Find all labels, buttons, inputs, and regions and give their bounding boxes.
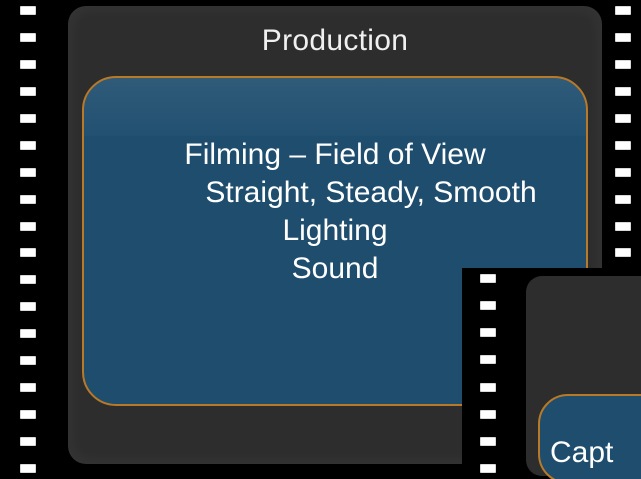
film-perforation (480, 355, 496, 365)
film-perforation (615, 86, 631, 96)
film-perforation (20, 140, 36, 150)
secondary-content-box: Capt (538, 394, 641, 479)
content-line-straight: Straight, Steady, Smooth (205, 176, 537, 209)
secondary-slide-frame: Capt (526, 276, 641, 479)
film-perforation (20, 167, 36, 177)
film-perforation (20, 383, 36, 393)
film-perforation (20, 275, 36, 285)
secondary-film-perforations (480, 268, 496, 479)
film-perforation (615, 59, 631, 69)
film-perforation (20, 221, 36, 231)
film-perforation (20, 86, 36, 96)
content-line-filming: Filming – Field of View (184, 138, 486, 171)
film-perforation (615, 6, 631, 15)
film-perforation (615, 32, 631, 42)
content-gloss (84, 78, 586, 136)
film-perforation (480, 436, 496, 446)
film-perforation (480, 409, 496, 419)
content-line-lighting: Lighting (282, 214, 388, 247)
secondary-caption: Capt (550, 436, 614, 469)
film-perforation (480, 274, 496, 283)
film-perforation (20, 32, 36, 42)
film-perforation (615, 167, 631, 177)
film-perforation (20, 356, 36, 366)
film-perforation (20, 410, 36, 420)
film-perforation (20, 194, 36, 204)
film-perforation (20, 463, 36, 473)
film-perforation (20, 329, 36, 339)
film-perforation (20, 113, 36, 123)
film-perforations-left (20, 0, 36, 479)
film-perforation (20, 59, 36, 69)
film-perforation (480, 301, 496, 311)
content-lines: Filming – Field of View Straight, Steady… (84, 136, 586, 288)
film-perforation (480, 328, 496, 338)
film-perforation (615, 248, 631, 258)
film-perforation (615, 113, 631, 123)
film-perforation (615, 140, 631, 150)
film-perforation (480, 463, 496, 473)
film-perforation (20, 6, 36, 15)
film-perforation (20, 302, 36, 312)
film-perforation (615, 221, 631, 231)
film-perforation (20, 248, 36, 258)
slide-title: Production (261, 24, 409, 57)
film-perforation (480, 382, 496, 392)
secondary-slide-preview: Capt (462, 268, 641, 479)
film-perforation (20, 437, 36, 446)
film-perforation (615, 194, 631, 204)
